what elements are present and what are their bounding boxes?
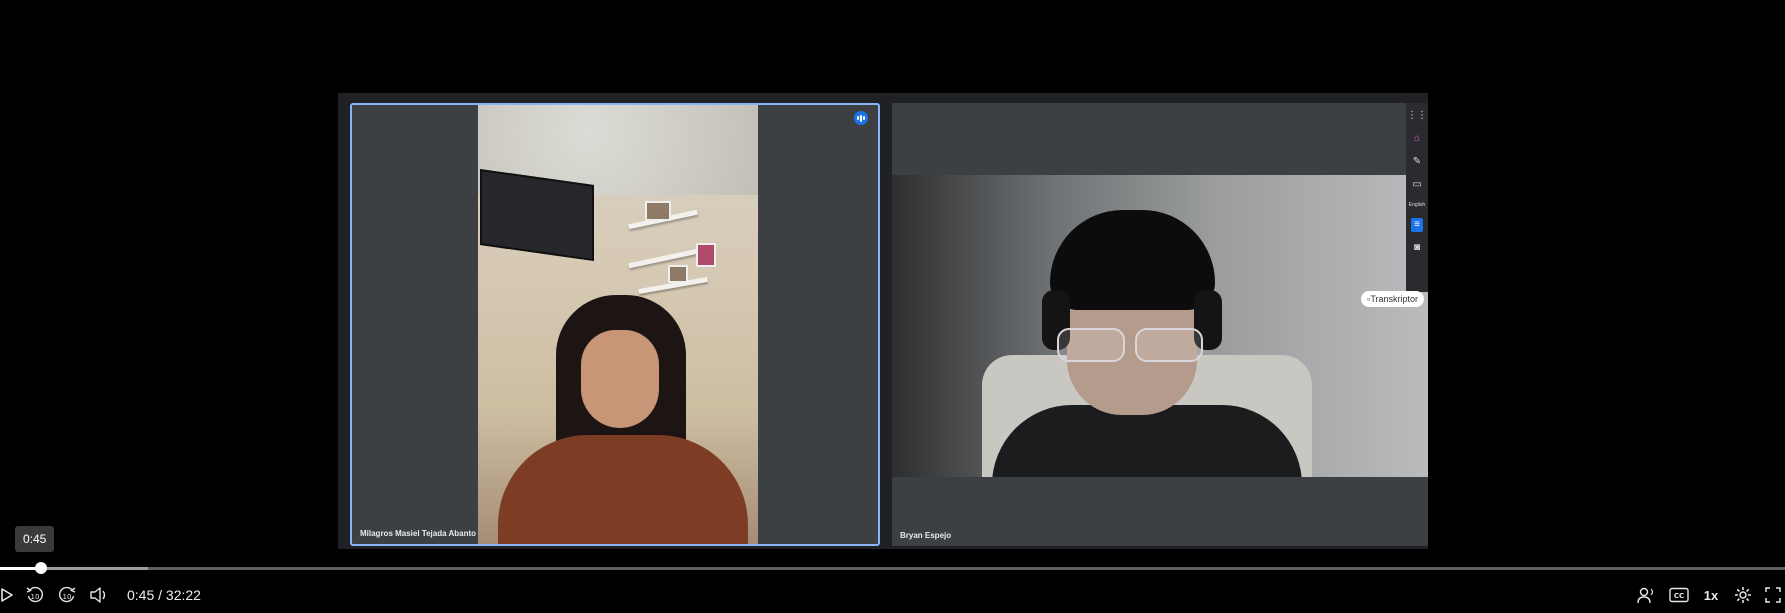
tv-in-background [480, 168, 594, 262]
glasses [1057, 328, 1207, 362]
pen-icon[interactable]: ✎ [1411, 155, 1423, 169]
progress-bar[interactable] [0, 562, 1785, 574]
rewind-10-icon[interactable]: 10 [25, 583, 45, 607]
forward-10-icon[interactable]: 10 [57, 583, 77, 607]
participant-name-label: Milagros Masiel Tejada Abanto [360, 529, 477, 538]
svg-text:10: 10 [31, 593, 40, 601]
notes-icon[interactable]: ≡ [1411, 218, 1423, 232]
progress-scrubber-handle[interactable] [35, 562, 48, 574]
player-controls: 10 10 0:45 / 32:22 CC 1x [0, 583, 1785, 607]
video-frame[interactable]: Milagros Masiel Tejada Abanto ⋮⋮ ⌂ ✎ ▭ E… [338, 93, 1428, 549]
participant-tile-left: Milagros Masiel Tejada Abanto [350, 103, 880, 546]
speaking-indicator-icon [854, 111, 868, 125]
hover-time-tooltip: 0:45 [15, 526, 55, 552]
fullscreen-icon[interactable] [1763, 583, 1783, 607]
grid-icon[interactable]: ⋮⋮ [1407, 109, 1427, 123]
participant-name-label: Bryan Espejo [900, 531, 952, 540]
volume-icon[interactable] [89, 583, 109, 607]
transkriptor-button[interactable]: ▫Transkriptor [1361, 291, 1424, 307]
svg-text:10: 10 [63, 593, 72, 601]
camera-icon[interactable]: ◙ [1411, 241, 1423, 255]
cc-icon[interactable]: ▭ [1411, 178, 1423, 192]
play-icon[interactable] [0, 583, 14, 607]
time-display: 0:45 / 32:22 [127, 587, 201, 603]
extension-side-toolbar: ⋮⋮ ⌂ ✎ ▭ English ≡ ◙ [1406, 103, 1428, 292]
playback-speed-button[interactable]: 1x [1700, 583, 1722, 607]
participant-face [581, 330, 659, 428]
captions-icon[interactable]: CC [1668, 583, 1690, 607]
gear-icon[interactable] [1732, 583, 1754, 607]
audio-description-icon[interactable] [1635, 583, 1657, 607]
transkriptor-label: Transkriptor [1370, 294, 1418, 304]
hanger-icon[interactable]: ⌂ [1411, 132, 1423, 146]
participant-tile-right: ⋮⋮ ⌂ ✎ ▭ English ≡ ◙ ▫Transkriptor Bryan… [892, 103, 1428, 546]
participant-video-right [892, 175, 1428, 477]
language-label[interactable]: English [1409, 201, 1425, 209]
svg-text:CC: CC [1674, 592, 1684, 600]
participant-video-left [478, 105, 758, 544]
